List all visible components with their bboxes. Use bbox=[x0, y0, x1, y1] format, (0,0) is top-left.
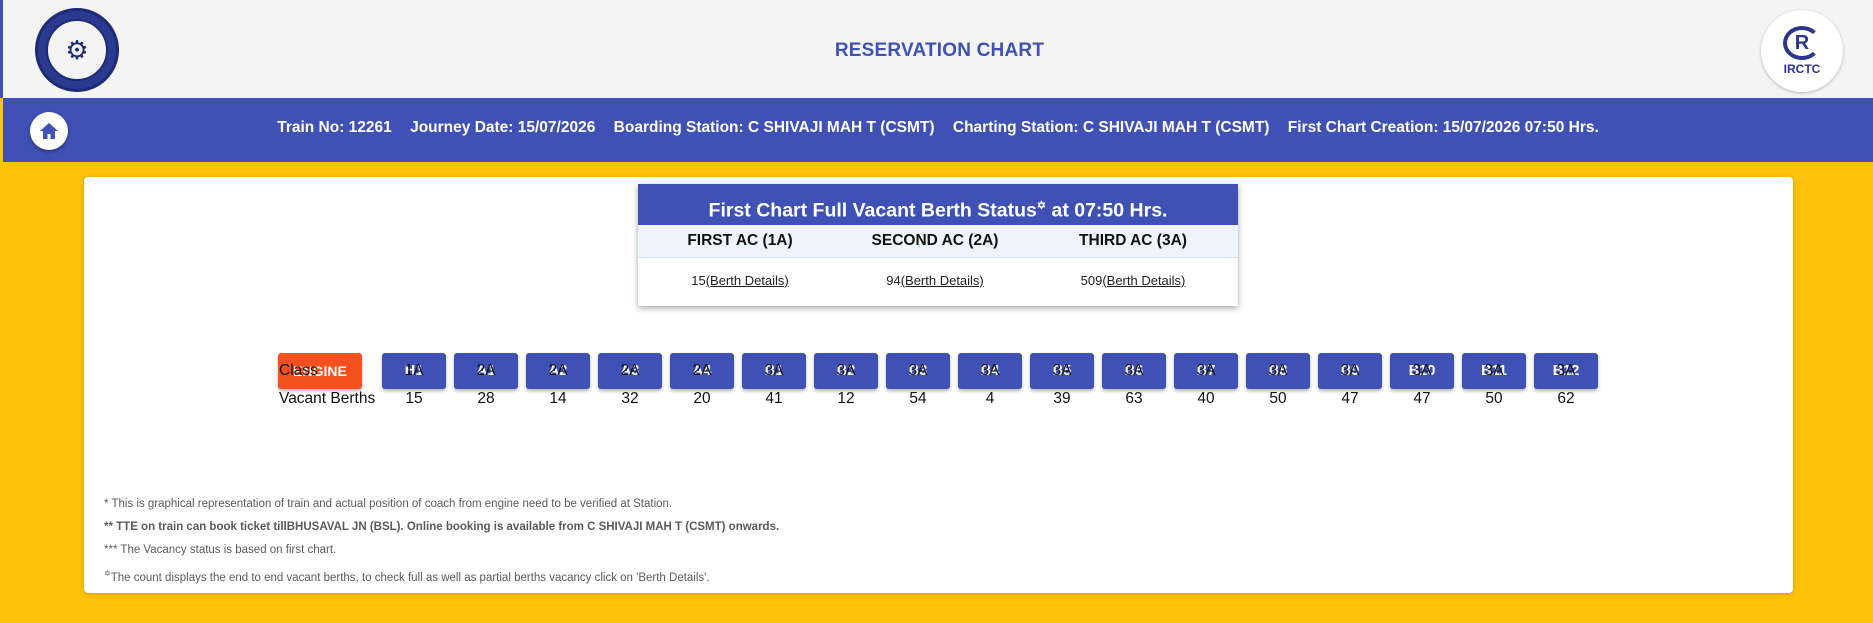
vacant-title-text: First Chart Full Vacant Berth Status bbox=[708, 199, 1037, 222]
coach-vacant-a2: 14 bbox=[549, 390, 567, 407]
coach-vacant-b10: 47 bbox=[1413, 390, 1431, 407]
train-number: Train No: 12261 bbox=[277, 119, 392, 136]
charting-station: Charting Station: C SHIVAJI MAH T (CSMT) bbox=[952, 119, 1270, 136]
vacant-count: 94 bbox=[886, 273, 901, 288]
coach-class-b9: 3A bbox=[1340, 362, 1360, 379]
header-first-ac: FIRST AC (1A) bbox=[687, 232, 793, 249]
coach-vacant-b2: 12 bbox=[837, 390, 855, 407]
coach-vacant-b1: 41 bbox=[765, 390, 783, 407]
chart-card: First Chart Full Vacant Berth Status✡ at… bbox=[84, 177, 1793, 593]
irctc-logo-text: IRCTC bbox=[1783, 62, 1821, 76]
coach-class-b6: 3A bbox=[1124, 362, 1144, 379]
irctc-mark-icon: R bbox=[1783, 26, 1821, 60]
coach-class-a4: 2A bbox=[692, 362, 712, 379]
coach-vacant-b11: 50 bbox=[1485, 390, 1503, 407]
coach-class-b3: 3A bbox=[908, 362, 928, 379]
note-vacancy-basis: *** The Vacancy status is based on first… bbox=[104, 544, 337, 556]
vacant-count: 509 bbox=[1080, 273, 1103, 288]
coach-vacant-b9: 47 bbox=[1341, 390, 1359, 407]
header-third-ac: THIRD AC (3A) bbox=[1079, 232, 1187, 249]
berth-details-link[interactable]: (Berth Details) bbox=[901, 273, 984, 288]
coach-class-a2: 2A bbox=[548, 362, 568, 379]
footnotes: * This is graphical representation of tr… bbox=[104, 493, 779, 590]
page-title: RESERVATION CHART bbox=[834, 40, 1045, 61]
coach-vacant-h1: 15 bbox=[405, 390, 423, 407]
vacant-value-second-ac: 94(Berth Details) bbox=[842, 258, 1028, 304]
coach-class-b12: 3A bbox=[1556, 362, 1576, 379]
class-row-label: Class bbox=[279, 362, 318, 379]
coach-class-b8: 3A bbox=[1268, 362, 1288, 379]
coach-vacant-b12: 62 bbox=[1557, 390, 1575, 407]
coach-vacant-a4: 20 bbox=[693, 390, 711, 407]
train-info-bar: Train No: 12261 Journey Date: 15/07/2026… bbox=[3, 98, 1873, 162]
coach-class-b4: 3A bbox=[980, 362, 1000, 379]
coach-class-b5: 3A bbox=[1052, 362, 1072, 379]
coach-class-b11: 3A bbox=[1484, 362, 1504, 379]
note-count-info: ✡The count displays the end to end vacan… bbox=[104, 562, 779, 590]
header-second-ac: SECOND AC (2A) bbox=[871, 232, 999, 249]
irctc-logo: R IRCTC bbox=[1761, 10, 1843, 92]
first-chart-creation: First Chart Creation: 15/07/2026 07:50 H… bbox=[1287, 119, 1599, 136]
coach-class-b7: 3A bbox=[1196, 362, 1216, 379]
vacant-berths-row-label: Vacant Berths bbox=[279, 390, 376, 407]
coach-vacant-b4: 4 bbox=[985, 390, 995, 407]
coach-vacant-b7: 40 bbox=[1197, 390, 1215, 407]
coach-vacant-b8: 50 bbox=[1269, 390, 1287, 407]
note-count-text: The count displays the end to end vacant… bbox=[110, 571, 710, 584]
coach-vacant-a3: 32 bbox=[621, 390, 639, 407]
star-mark-icon: ✡ bbox=[1036, 200, 1047, 212]
coach-vacant-b3: 54 bbox=[909, 390, 927, 407]
train-info-line: Train No: 12261 Journey Date: 15/07/2026… bbox=[3, 119, 1873, 137]
coach-vacant-a1: 28 bbox=[477, 390, 495, 407]
coach-class-b1: 3A bbox=[764, 362, 784, 379]
note-tte-booking: ** TTE on train can book ticket tillBHUS… bbox=[104, 521, 780, 533]
journey-date: Journey Date: 15/07/2026 bbox=[410, 119, 596, 136]
vacant-berth-status-box: First Chart Full Vacant Berth Status✡ at… bbox=[638, 184, 1238, 306]
coach-class-a1: 2A bbox=[476, 362, 496, 379]
top-header: ⚙ RESERVATION CHART R IRCTC bbox=[0, 0, 1873, 98]
coach-class-b10: 3A bbox=[1412, 362, 1432, 379]
berth-details-link[interactable]: (Berth Details) bbox=[1102, 273, 1185, 288]
vacant-value-first-ac: 15(Berth Details) bbox=[638, 258, 842, 304]
coach-class-a3: 2A bbox=[620, 362, 640, 379]
vacant-status-values: 15(Berth Details) 94(Berth Details) 509(… bbox=[638, 258, 1238, 304]
coach-vacant-b5: 39 bbox=[1053, 390, 1071, 407]
coach-class-b2: 3A bbox=[836, 362, 856, 379]
vacant-title-time: at 07:50 Hrs. bbox=[1046, 199, 1168, 222]
vacant-count: 15 bbox=[691, 273, 706, 288]
vacant-status-title: First Chart Full Vacant Berth Status✡ at… bbox=[638, 184, 1238, 225]
coach-vacant-b6: 63 bbox=[1125, 390, 1143, 407]
vacant-status-headers: FIRST AC (1A) SECOND AC (2A) THIRD AC (3… bbox=[638, 225, 1238, 258]
star-mark-icon: ✡ bbox=[104, 569, 111, 578]
coach-class-h1: 1A bbox=[404, 362, 424, 379]
berth-details-link[interactable]: (Berth Details) bbox=[706, 273, 789, 288]
boarding-station: Boarding Station: C SHIVAJI MAH T (CSMT) bbox=[613, 119, 935, 136]
note-graphical: * This is graphical representation of tr… bbox=[104, 498, 673, 510]
vacant-value-third-ac: 509(Berth Details) bbox=[1028, 258, 1238, 304]
